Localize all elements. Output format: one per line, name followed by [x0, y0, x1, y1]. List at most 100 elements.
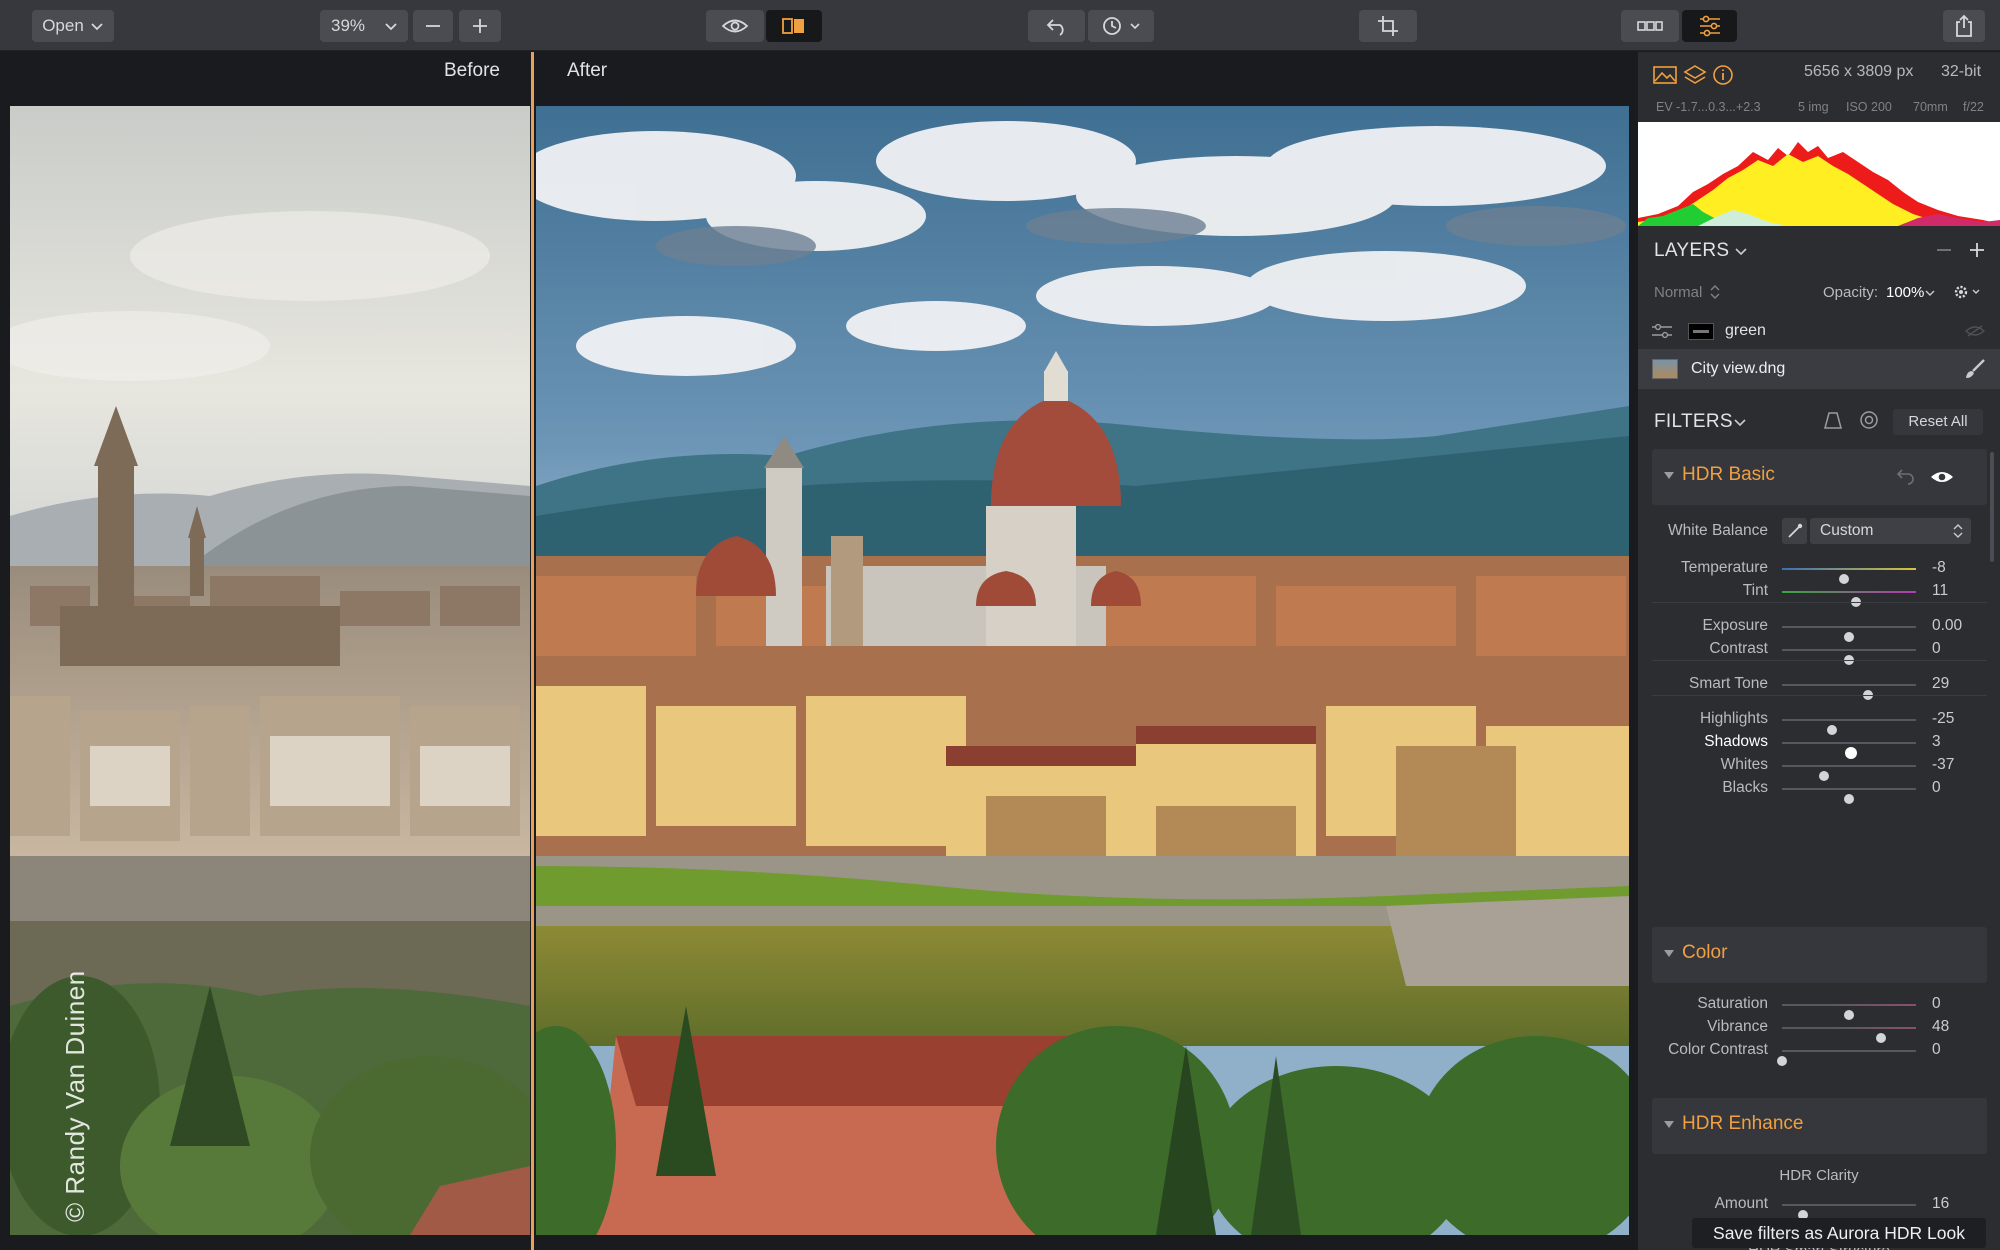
zoom-select[interactable]: 39% [320, 10, 408, 42]
slider-value[interactable]: 3 [1932, 733, 1941, 751]
slider-track[interactable] [1782, 765, 1916, 781]
before-label: Before [444, 60, 500, 81]
crop-button[interactable] [1359, 10, 1417, 42]
slider-track[interactable] [1782, 649, 1916, 665]
hdr-enhance-title: HDR Enhance [1682, 1113, 1804, 1134]
remove-layer-icon[interactable] [1935, 241, 1953, 259]
slider-track[interactable] [1782, 1004, 1916, 1020]
slider-label: Shadows [1704, 733, 1768, 750]
hdr-enhance-header[interactable]: HDR Enhance [1652, 1098, 1987, 1154]
slider-track[interactable] [1777, 1050, 1916, 1066]
info-icon [1713, 65, 1733, 85]
hdr-basic-title: HDR Basic [1682, 464, 1775, 485]
color-title: Color [1682, 942, 1728, 963]
slider-knob[interactable] [1777, 1056, 1787, 1066]
aperture-icon[interactable] [1858, 409, 1880, 431]
top-toolbar: Open 39% [0, 0, 2000, 51]
history-button[interactable] [1088, 10, 1154, 42]
white-balance-row: White Balance Custom [1638, 514, 2000, 548]
histogram-tab[interactable] [1652, 62, 1678, 88]
slider-track[interactable] [1782, 1027, 1916, 1043]
layers-tab[interactable] [1682, 62, 1708, 88]
share-button[interactable] [1943, 10, 1985, 42]
color-header[interactable]: Color [1652, 927, 1987, 983]
slider-track[interactable] [1782, 568, 1916, 584]
zoom-out-button[interactable] [413, 10, 453, 42]
slider-blacks[interactable]: Blacks 0 [1638, 776, 2000, 804]
gear-icon[interactable] [1953, 283, 1983, 301]
slider-value[interactable]: 0 [1932, 995, 1941, 1013]
slider-label: Tint [1742, 582, 1768, 599]
slider-value[interactable]: 0 [1932, 640, 1941, 658]
slider-track[interactable] [1782, 591, 1916, 607]
slider-track[interactable] [1782, 1204, 1916, 1220]
blend-mode-select[interactable]: Normal [1654, 284, 1702, 301]
reset-all-button[interactable]: Reset All [1893, 409, 1983, 435]
eye-icon[interactable] [1930, 469, 1954, 485]
slider-amount[interactable]: Amount 16 [1638, 1192, 2000, 1220]
slider-label: Contrast [1709, 640, 1768, 657]
panel-scrollbar[interactable] [1990, 452, 1994, 562]
slider-value[interactable]: 16 [1932, 1195, 1949, 1213]
white-balance-label: White Balance [1668, 522, 1768, 539]
layers-title[interactable]: LAYERS [1654, 240, 1729, 262]
before-after-divider[interactable] [531, 52, 534, 1250]
add-layer-icon[interactable] [1968, 241, 1986, 259]
exif-iso: ISO 200 [1846, 100, 1892, 114]
plus-icon [473, 19, 487, 33]
slider-color-contrast[interactable]: Color Contrast 0 [1638, 1038, 2000, 1066]
slider-value[interactable]: 29 [1932, 675, 1949, 693]
slider-track[interactable] [1782, 719, 1916, 735]
white-balance-select[interactable]: Custom [1810, 518, 1971, 544]
eye-icon [721, 19, 749, 33]
undo-icon [1046, 19, 1064, 36]
compare-button[interactable] [766, 10, 822, 42]
histogram [1638, 122, 2000, 226]
slider-value[interactable]: 0 [1932, 779, 1941, 797]
slider-track[interactable] [1782, 742, 1916, 759]
zoom-in-button[interactable] [459, 10, 501, 42]
filters-title[interactable]: FILTERS [1654, 411, 1733, 433]
undo-button[interactable] [1028, 10, 1085, 42]
hdr-basic-header[interactable]: HDR Basic [1652, 449, 1987, 505]
adjustment-layer-icon [1652, 323, 1672, 339]
slider-value[interactable]: -37 [1932, 756, 1954, 774]
slider-value[interactable]: -8 [1932, 559, 1946, 577]
preview-toggle-button[interactable] [706, 10, 764, 42]
info-tab[interactable] [1710, 62, 1736, 88]
slider-value[interactable]: 11 [1932, 582, 1948, 600]
layer-row-city-view[interactable]: City view.dng [1638, 349, 2000, 389]
reset-filter-icon[interactable] [1896, 467, 1916, 485]
image-icon [1653, 66, 1677, 84]
open-button[interactable]: Open [32, 10, 114, 42]
visibility-hidden-icon[interactable] [1965, 324, 1985, 338]
after-photo [536, 106, 1629, 1235]
chevron-down-icon [1925, 290, 1935, 296]
layer-blend-row: Normal Opacity: 100% [1638, 274, 2000, 310]
eyedropper-button[interactable] [1782, 518, 1807, 544]
slider-value[interactable]: 0.00 [1932, 617, 1962, 635]
slider-value[interactable]: 48 [1932, 1018, 1949, 1036]
app-window: Open 39% Before After © Randy Van Duinen… [0, 0, 2000, 1250]
slider-track[interactable] [1782, 788, 1916, 804]
image-canvas[interactable]: Before After © Randy Van Duinen [0, 52, 1636, 1250]
brush-icon[interactable] [1964, 358, 1986, 380]
chevron-down-icon [1735, 248, 1747, 256]
image-dimensions: 5656 x 3809 px [1804, 63, 1914, 80]
filmstrip-button[interactable] [1621, 10, 1679, 42]
opacity-label: Opacity: [1823, 284, 1879, 301]
compare-icon [782, 18, 804, 34]
after-label: After [567, 60, 608, 81]
layer-row-green[interactable]: green [1638, 312, 2000, 350]
slider-track[interactable] [1782, 684, 1916, 700]
adjustments-button[interactable] [1682, 10, 1737, 42]
save-look-button[interactable]: Save filters as Aurora HDR Look [1692, 1218, 1986, 1248]
slider-value[interactable]: -25 [1932, 710, 1954, 728]
slider-knob[interactable] [1844, 794, 1854, 804]
layer-name: City view.dng [1691, 360, 1786, 377]
mask-icon[interactable] [1822, 409, 1844, 431]
slider-track[interactable] [1782, 626, 1916, 642]
slider-label: Vibrance [1707, 1018, 1768, 1035]
opacity-value[interactable]: 100% [1886, 284, 1924, 301]
slider-value[interactable]: 0 [1932, 1041, 1941, 1059]
